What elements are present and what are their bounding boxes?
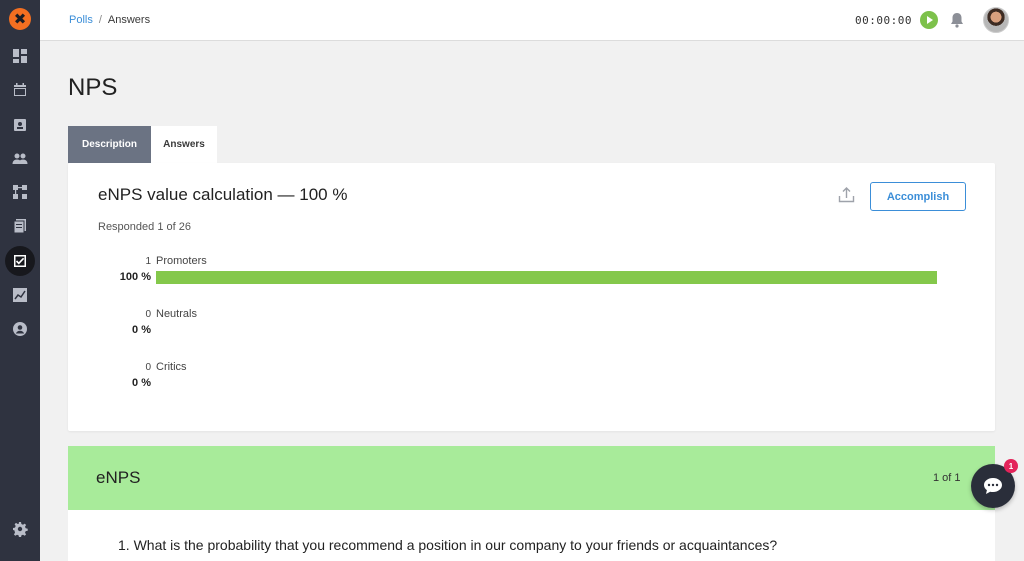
question-card: 1. What is the probability that you reco… xyxy=(68,510,995,561)
documents-icon[interactable] xyxy=(4,212,36,240)
neutrals-label: Neutrals xyxy=(156,308,197,320)
org-structure-icon[interactable] xyxy=(4,178,36,206)
people-icon[interactable] xyxy=(4,145,36,173)
logo-glyph: ✖ xyxy=(13,9,27,28)
page-title: NPS xyxy=(68,74,118,101)
tab-answers[interactable]: Answers xyxy=(151,126,217,163)
promoters-count: 1 xyxy=(145,256,151,267)
contacts-card-icon[interactable] xyxy=(4,111,36,139)
chat-notification-badge: 1 xyxy=(1004,459,1018,473)
play-timer-button[interactable] xyxy=(920,11,938,29)
neutrals-bar xyxy=(156,324,937,337)
enps-summary-card: eNPS value calculation — 100 % Accomplis… xyxy=(68,163,995,431)
breadcrumb-polls-link[interactable]: Polls xyxy=(69,14,93,26)
critics-count: 0 xyxy=(145,362,151,373)
critics-label: Critics xyxy=(156,361,187,373)
neutrals-percent: 0 % xyxy=(132,324,151,336)
calendar-icon[interactable] xyxy=(4,76,36,104)
export-icon[interactable] xyxy=(838,187,855,203)
promoters-bar xyxy=(156,271,937,284)
polls-checkbox-icon[interactable] xyxy=(5,246,35,276)
responded-count: Responded 1 of 26 xyxy=(98,221,191,233)
breadcrumb-separator: / xyxy=(98,14,102,26)
breadcrumb: Polls / Answers xyxy=(69,14,150,26)
app-logo[interactable]: ✖ xyxy=(9,8,31,30)
bell-icon[interactable] xyxy=(950,12,964,28)
gear-icon[interactable] xyxy=(4,515,36,543)
promoters-percent: 100 % xyxy=(119,271,151,283)
accomplish-button[interactable]: Accomplish xyxy=(870,182,966,211)
neutrals-count: 0 xyxy=(145,309,151,320)
promoters-label: Promoters xyxy=(156,255,207,267)
dashboard-icon[interactable] xyxy=(4,42,36,70)
time-tracker-timer: 00:00:00 xyxy=(855,14,912,27)
critics-bar xyxy=(156,377,937,390)
enps-section-header: eNPS 1 of 1 xyxy=(68,446,995,510)
user-avatar[interactable] xyxy=(983,7,1009,33)
summary-title: eNPS value calculation — 100 % xyxy=(98,185,348,204)
chat-bubble-icon xyxy=(984,478,1002,494)
section-page-count: 1 of 1 xyxy=(933,472,961,484)
section-title: eNPS xyxy=(96,468,141,487)
topbar: Polls / Answers 00:00:00 xyxy=(40,0,1024,41)
question-text: 1. What is the probability that you reco… xyxy=(118,537,778,553)
analytics-icon[interactable] xyxy=(4,281,36,309)
tab-description[interactable]: Description xyxy=(68,126,151,163)
sidebar: ✖ xyxy=(0,0,40,561)
user-circle-icon[interactable] xyxy=(4,315,36,343)
critics-percent: 0 % xyxy=(132,377,151,389)
promoters-bar-fill xyxy=(156,271,937,284)
breadcrumb-current: Answers xyxy=(107,14,151,26)
